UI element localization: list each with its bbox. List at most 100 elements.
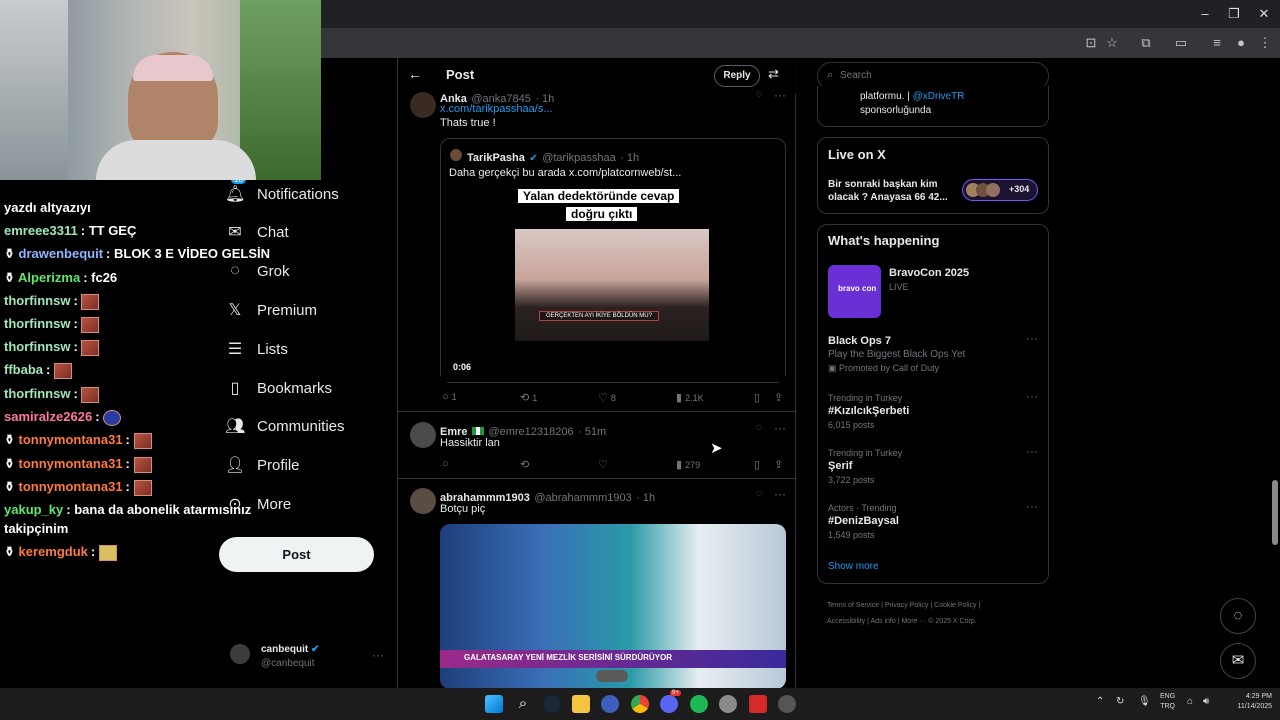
quote-time[interactable]: · 1h <box>620 152 639 164</box>
carousel-indicator[interactable] <box>596 670 628 682</box>
language-indicator[interactable]: ENG TRQ <box>1160 692 1175 712</box>
trend-item[interactable]: Black Ops 7 Play the Biggest Black Ops Y… <box>828 331 1040 374</box>
tray-app-icon[interactable]: ↻ <box>1116 696 1124 707</box>
video-player[interactable]: Yalan dedektöründe cevap doğru çıktı GER… <box>441 184 785 382</box>
share-action[interactable]: ⇪ <box>774 391 786 404</box>
quote-author-name[interactable]: TarikPasha <box>467 152 525 164</box>
app-icon[interactable] <box>749 695 767 713</box>
footer-link[interactable]: Terms of Service <box>827 602 879 609</box>
heart-icon: ♡ <box>598 392 608 404</box>
clock[interactable]: 4:29 PM 11/14/2025 <box>1222 692 1272 712</box>
chat-username: yazdı altyazıyı <box>4 200 91 215</box>
more-options-icon[interactable]: ··· <box>1026 331 1038 345</box>
like-action[interactable]: ♡ 8 <box>598 391 616 404</box>
bookmark-action[interactable]: ▯ <box>754 458 763 471</box>
more-options-icon[interactable]: ··· <box>774 88 786 102</box>
more-options-icon[interactable]: ··· <box>1026 444 1038 458</box>
sidebar-icon[interactable]: ▭ <box>1171 33 1191 53</box>
grok-icon[interactable]: ◌ <box>756 488 762 499</box>
footer-link[interactable]: More ··· <box>901 618 926 625</box>
profile-avatar-icon[interactable]: ● <box>1231 33 1251 53</box>
tweet-handle[interactable]: @emre12318206 <box>488 426 573 438</box>
repost-action[interactable]: ⟲ <box>520 458 532 471</box>
account-switcher[interactable]: canbequit ✔ @canbequit ··· <box>230 642 390 672</box>
search-icon[interactable]: ⌕ <box>514 695 532 713</box>
chat-username: tonnymontana31 <box>18 456 123 471</box>
steam-icon[interactable] <box>543 695 561 713</box>
more-options-icon[interactable]: ··· <box>774 487 786 501</box>
windows-start-icon[interactable] <box>485 695 503 713</box>
browser-menu-icon[interactable]: ⋮ <box>1255 33 1275 53</box>
event-logo[interactable]: bravo con <box>828 265 881 318</box>
event-name[interactable]: BravoCon 2025 <box>889 267 969 279</box>
footer-link[interactable]: Ads info <box>870 618 895 625</box>
avatar[interactable] <box>410 92 436 118</box>
install-app-icon[interactable]: ⊡ <box>1081 33 1101 53</box>
reply-action[interactable]: ○ <box>442 458 452 470</box>
trend-item[interactable]: Actors · Trending #DenizBaysal 1,549 pos… <box>828 499 1040 540</box>
copyright: © 2025 X Corp. <box>928 618 977 625</box>
avatar[interactable] <box>410 422 436 448</box>
quote-handle[interactable]: @tarikpasshaa <box>542 152 616 164</box>
microphone-icon[interactable]: 🎙︎ <box>1138 696 1151 707</box>
more-options-icon[interactable]: ··· <box>774 421 786 435</box>
views-action[interactable]: ▮ 279 <box>676 458 700 471</box>
chrome-icon[interactable] <box>631 695 649 713</box>
tweet-time[interactable]: · 1h <box>636 492 655 504</box>
tweet[interactable]: Anka @anka7845 · 1h ◌ ··· x.com/tarikpas… <box>398 88 797 412</box>
app-icon[interactable] <box>601 695 619 713</box>
maximize-button[interactable]: ❐ <box>1219 4 1249 24</box>
reply-button[interactable]: Reply <box>714 65 760 87</box>
tweet-time[interactable]: · 51m <box>578 426 606 438</box>
quoted-tweet[interactable]: TarikPasha ✔ @tarikpasshaa · 1h Daha ger… <box>440 138 786 383</box>
minimize-button[interactable]: – <box>1190 4 1220 24</box>
bookmark-action[interactable]: ▯ <box>754 391 763 404</box>
reading-list-icon[interactable]: ≡ <box>1207 33 1227 53</box>
tweet-image[interactable]: GALATASARAY YENİ MEZLİK SERİSİNİ SÜRDÜRÜ… <box>440 524 786 688</box>
more-options-icon[interactable]: ··· <box>1026 389 1038 403</box>
page-scrollbar[interactable] <box>1272 480 1278 545</box>
footer-link[interactable]: Privacy Policy <box>885 602 929 609</box>
repost-action[interactable]: ⟲ 1 <box>520 391 537 404</box>
tray-chevron-icon[interactable]: ⌃ <box>1096 696 1104 707</box>
discord-icon[interactable]: 9+ <box>660 690 681 713</box>
tweet[interactable]: abrahammm1903 @abrahammm1903 · 1h ◌ ··· … <box>398 480 797 688</box>
extensions-icon[interactable]: ⧉ <box>1136 33 1156 53</box>
spotify-icon[interactable] <box>690 695 708 713</box>
grok-icon[interactable]: ◌ <box>756 422 762 433</box>
event-logo-text: bravo con <box>838 284 877 293</box>
like-action[interactable]: ♡ <box>598 458 611 471</box>
views-action[interactable]: ▮ 2.1K <box>676 391 704 404</box>
volume-icon[interactable]: 🔊︎ <box>1203 696 1209 707</box>
sponsor-link[interactable]: @xDriveTR <box>913 91 965 102</box>
share-action[interactable]: ⇪ <box>774 458 786 471</box>
avatar[interactable] <box>410 488 436 514</box>
app-icon[interactable] <box>778 695 796 713</box>
grok-icon[interactable]: ◌ <box>756 89 762 100</box>
close-button[interactable]: ✕ <box>1249 4 1279 24</box>
tweet-handle[interactable]: @abrahammm1903 <box>534 492 631 504</box>
trend-item[interactable]: Trending in Turkey #KızılcıkŞerbeti 6,01… <box>828 389 1040 430</box>
messages-fab-icon[interactable]: ✉ <box>1220 643 1256 679</box>
reply-action[interactable]: ○ 1 <box>442 391 457 403</box>
trend-item[interactable]: Trending in Turkey Şerif 3,722 posts ··· <box>828 444 1040 485</box>
show-more-link[interactable]: Show more <box>828 561 879 572</box>
chat-message: ⚱ tonnymontana31: <box>4 456 152 473</box>
live-listeners[interactable]: +304 <box>962 179 1038 201</box>
grok-fab-icon[interactable]: ◌ <box>1220 598 1256 634</box>
tweet[interactable]: Emre @emre12318206 · 51m ◌ ··· Hassiktir… <box>398 413 797 479</box>
file-explorer-icon[interactable] <box>572 695 590 713</box>
more-options-icon[interactable]: ··· <box>372 648 384 662</box>
footer-link[interactable]: Accessibility <box>827 618 865 625</box>
back-arrow-icon[interactable]: ← <box>408 66 422 82</box>
settings-icon[interactable] <box>719 695 737 713</box>
footer-link[interactable]: Cookie Policy <box>934 602 976 609</box>
network-icon[interactable]: ⌂ <box>1187 696 1193 707</box>
search-input[interactable]: Search <box>840 70 872 81</box>
live-space-text[interactable]: Bir sonraki başkan kim olacak ? Anayasa … <box>828 178 958 204</box>
filter-icon[interactable]: ⇄ <box>768 66 779 82</box>
tweet-link[interactable]: x.com/tarikpasshaa/s... <box>440 103 553 115</box>
trend-label: Actors · Trending <box>828 503 897 513</box>
bookmark-star-icon[interactable]: ☆ <box>1102 33 1122 53</box>
more-options-icon[interactable]: ··· <box>1026 499 1038 513</box>
